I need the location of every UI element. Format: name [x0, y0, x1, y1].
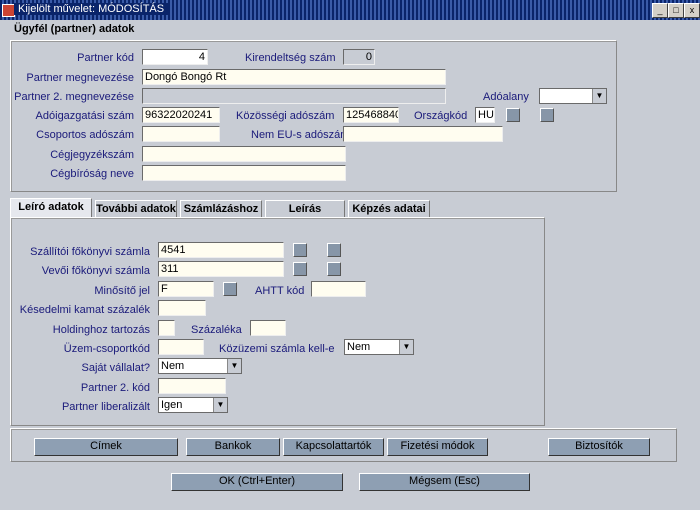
- minimize-button[interactable]: _: [652, 3, 668, 18]
- megnevezes-label: Partner megnevezése: [26, 72, 134, 84]
- page-title: Ügyfél (partner) adatok: [14, 23, 135, 35]
- tab-leiras[interactable]: Leírás: [265, 200, 345, 218]
- adoalany-select[interactable]: ▼: [539, 88, 607, 104]
- extra-lookup-button[interactable]: [540, 108, 554, 122]
- kozuzemi-select[interactable]: Nem ▼: [344, 339, 414, 355]
- kozuzemi-label: Közüzemi számla kell-e: [219, 343, 335, 355]
- nem-eu-field[interactable]: [343, 126, 503, 142]
- megnevezes2-field[interactable]: [142, 88, 446, 104]
- chevron-down-icon: ▼: [213, 398, 227, 412]
- szallitoi-field[interactable]: 4541: [158, 242, 284, 258]
- liberalizalt-select[interactable]: Igen ▼: [158, 397, 228, 413]
- kozossegi-label: Közösségi adószám: [236, 110, 335, 122]
- cegjegyzek-field[interactable]: [142, 146, 346, 162]
- liberalizalt-label: Partner liberalizált: [61, 401, 150, 413]
- csoportos-label: Csoportos adószám: [36, 129, 134, 141]
- minosito-lookup-button[interactable]: [223, 282, 237, 296]
- tab-szamlazashoz[interactable]: Számlázáshoz: [180, 200, 262, 218]
- fizetesi-modok-button[interactable]: Fizetési módok: [387, 438, 488, 456]
- csoportos-field[interactable]: [142, 126, 220, 142]
- minosito-field[interactable]: F: [158, 281, 214, 297]
- ahtt-field[interactable]: [311, 281, 366, 297]
- megnevezes2-label: Partner 2. megnevezése: [14, 91, 134, 103]
- ahtt-label: AHTT kód: [255, 285, 305, 297]
- orszagkod-lookup-button[interactable]: [506, 108, 520, 122]
- sajat-label: Saját vállalat?: [81, 362, 151, 374]
- kozossegi-field[interactable]: 125468840: [343, 107, 399, 123]
- kapcsolattartok-button[interactable]: Kapcsolattartók: [283, 438, 384, 456]
- kozuzemi-value: Nem: [347, 341, 371, 353]
- partner-kod-label: Partner kód: [77, 52, 134, 64]
- holding-label: Holdinghoz tartozás: [52, 324, 150, 336]
- title-bar: Kijelölt művelet: MÓDOSÍTÁS _ □ x: [0, 0, 700, 20]
- orszagkod-label: Országkód: [414, 110, 468, 122]
- megnevezes-field[interactable]: Dongó Bongó Rt: [142, 69, 446, 85]
- tab-tovabbi-adatok[interactable]: További adatok: [95, 200, 177, 218]
- adoalany-label: Adóalany: [483, 91, 529, 103]
- chevron-down-icon: ▼: [592, 89, 606, 103]
- tab-leiro-adatok[interactable]: Leíró adatok: [10, 198, 92, 218]
- sajat-select[interactable]: Nem ▼: [158, 358, 242, 374]
- liberalizalt-value: Igen: [161, 399, 183, 411]
- szazaleka-label: Százaléka: [191, 324, 242, 336]
- cancel-button[interactable]: Mégsem (Esc): [359, 473, 530, 491]
- szallitoi-label: Szállítói főkönyvi számla: [30, 246, 150, 258]
- kesedelmi-label: Késedelmi kamat százalék: [19, 304, 150, 316]
- window-title: Kijelölt művelet: MÓDOSÍTÁS: [14, 3, 169, 15]
- chevron-down-icon: ▼: [399, 340, 413, 354]
- szazaleka-field[interactable]: [250, 320, 286, 336]
- close-button[interactable]: x: [684, 3, 700, 18]
- cegbirosag-label: Cégbíróság neve: [50, 168, 134, 180]
- orszagkod-field[interactable]: HU: [475, 107, 495, 123]
- kirendeltseg-label: Kirendeltség szám: [245, 52, 336, 64]
- partner2-field[interactable]: [158, 378, 226, 394]
- biztositok-button[interactable]: Biztosítók: [548, 438, 650, 456]
- szallitoi-extra-button[interactable]: [327, 243, 341, 257]
- kirendeltseg-field[interactable]: 0: [343, 49, 375, 65]
- ok-button[interactable]: OK (Ctrl+Enter): [171, 473, 343, 491]
- cimek-button[interactable]: Címek: [34, 438, 178, 456]
- minosito-label: Minősítő jel: [94, 285, 150, 297]
- cegbirosag-field[interactable]: [142, 165, 346, 181]
- vevoi-label: Vevői főkönyvi számla: [41, 265, 150, 277]
- partner-kod-field[interactable]: 4: [142, 49, 208, 65]
- adoazonosito-label: Adóigazgatási szám: [35, 110, 134, 122]
- partner2-label: Partner 2. kód: [80, 382, 150, 394]
- nem-eu-label: Nem EU-s adószám: [251, 129, 350, 141]
- bankok-button[interactable]: Bankok: [186, 438, 280, 456]
- vevoi-field[interactable]: 311: [158, 261, 284, 277]
- sajat-value: Nem: [161, 360, 185, 372]
- vevoi-lookup-button[interactable]: [293, 262, 307, 276]
- vevoi-extra-button[interactable]: [327, 262, 341, 276]
- uzem-field[interactable]: [158, 339, 204, 355]
- cegjegyzek-label: Cégjegyzékszám: [50, 149, 134, 161]
- chevron-down-icon: ▼: [227, 359, 241, 373]
- tab-kepzes-adatai[interactable]: Képzés adatai: [348, 200, 430, 218]
- adoazonosito-field[interactable]: 96322020241: [142, 107, 220, 123]
- szallitoi-lookup-button[interactable]: [293, 243, 307, 257]
- holding-field[interactable]: [158, 320, 175, 336]
- uzem-label: Üzem-csoportkód: [63, 343, 150, 355]
- maximize-button[interactable]: □: [668, 3, 684, 18]
- kesedelmi-field[interactable]: [158, 300, 206, 316]
